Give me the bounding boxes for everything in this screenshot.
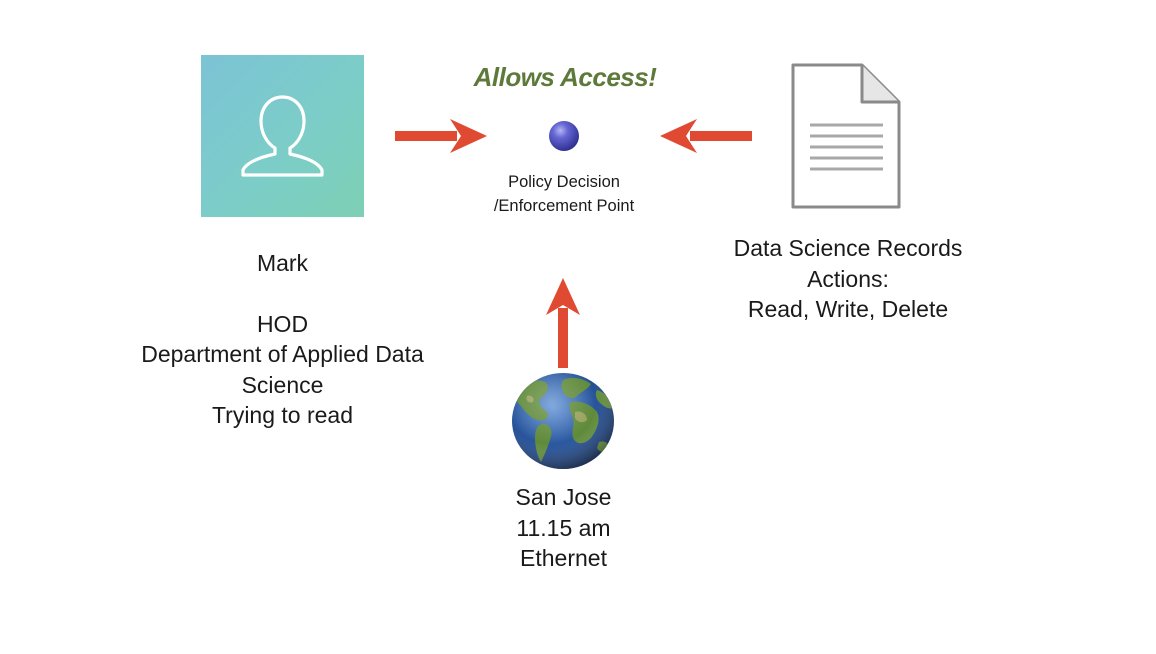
resource-description: Data Science Records Actions: Read, Writ… xyxy=(700,233,996,325)
subject-card xyxy=(201,55,364,217)
environment-time: 11.15 am xyxy=(516,514,611,541)
resource-name: Data Science Records xyxy=(733,235,963,261)
policy-point-label-line-2: /Enforcement Point xyxy=(493,197,635,215)
person-icon xyxy=(241,95,324,177)
arrow-up xyxy=(546,278,580,368)
subject-name: Mark xyxy=(256,250,309,276)
decision-result: Allows Access! xyxy=(473,62,657,92)
subject-department: Department of Applied Data xyxy=(141,341,424,367)
environment-description: San Jose 11.15 am Ethernet xyxy=(460,482,667,574)
environment-location: San Jose xyxy=(515,484,612,510)
arrow-left xyxy=(660,119,752,153)
document-icon xyxy=(791,63,901,209)
subject-department-cont: Science xyxy=(241,371,324,398)
subject-role: HOD xyxy=(256,310,309,337)
subject-description: Mark HOD Department of Applied Data Scie… xyxy=(100,248,465,431)
policy-point-label: Policy Decision /Enforcement Point xyxy=(450,170,678,218)
environment-network: Ethernet xyxy=(520,545,607,571)
resource-actions-list: Read, Write, Delete xyxy=(747,296,949,322)
resource-actions-heading: Actions: xyxy=(807,265,889,292)
arrow-right xyxy=(395,119,487,153)
globe-icon xyxy=(512,373,614,469)
policy-point-sphere xyxy=(549,121,579,151)
policy-point-label-line-1: Policy Decision xyxy=(508,173,620,191)
subject-action: Trying to read xyxy=(211,402,354,428)
